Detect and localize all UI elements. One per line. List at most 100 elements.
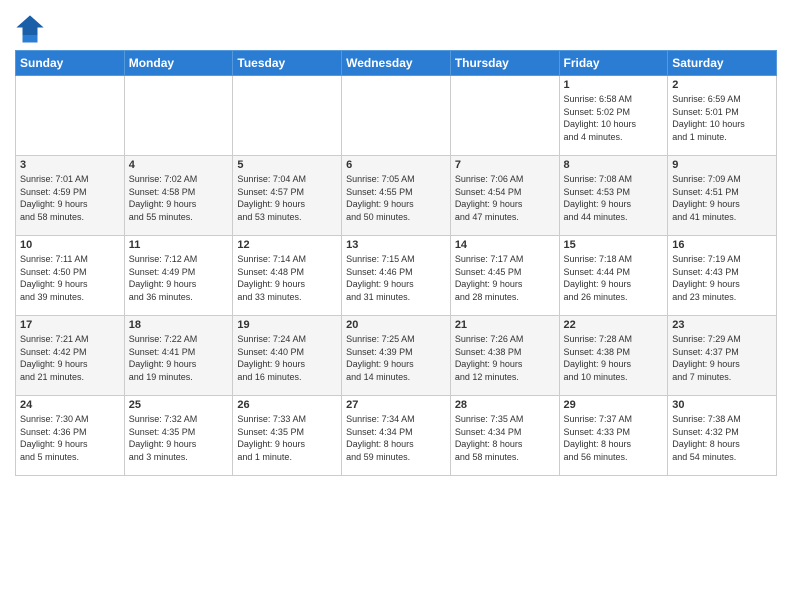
day-number: 14 xyxy=(455,239,555,251)
day-number: 18 xyxy=(129,319,229,331)
calendar-cell: 19 Sunrise: 7:24 AM Sunset: 4:40 PM Dayli… xyxy=(233,316,342,396)
day-info: Sunrise: 7:28 AM Sunset: 4:38 PM Dayligh… xyxy=(564,333,664,383)
calendar-week-row: 1 Sunrise: 6:58 AM Sunset: 5:02 PM Daylig… xyxy=(16,76,777,156)
calendar-cell: 24 Sunrise: 7:30 AM Sunset: 4:36 PM Dayli… xyxy=(16,396,125,476)
day-info: Sunrise: 6:59 AM Sunset: 5:01 PM Dayligh… xyxy=(672,93,772,143)
day-of-week-header: Monday xyxy=(124,51,233,76)
day-number: 16 xyxy=(672,239,772,251)
day-number: 22 xyxy=(564,319,664,331)
calendar-cell xyxy=(342,76,451,156)
calendar-cell: 12Sunrise: 7:14 AM Sunset: 4:48 PM Dayli… xyxy=(233,236,342,316)
calendar-cell: 8 Sunrise: 7:08 AM Sunset: 4:53 PM Daylig… xyxy=(559,156,668,236)
calendar-cell: 3 Sunrise: 7:01 AM Sunset: 4:59 PM Daylig… xyxy=(16,156,125,236)
day-info: Sunrise: 7:02 AM Sunset: 4:58 PM Dayligh… xyxy=(129,173,229,223)
calendar-cell: 15 Sunrise: 7:18 AM Sunset: 4:44 PM Dayli… xyxy=(559,236,668,316)
calendar-cell: 2 Sunrise: 6:59 AM Sunset: 5:01 PM Daylig… xyxy=(668,76,777,156)
day-number: 11 xyxy=(129,239,229,251)
day-number: 4 xyxy=(129,159,229,171)
day-number: 8 xyxy=(564,159,664,171)
day-of-week-header: Tuesday xyxy=(233,51,342,76)
calendar-week-row: 17 Sunrise: 7:21 AM Sunset: 4:42 PM Dayli… xyxy=(16,316,777,396)
day-info: Sunrise: 7:18 AM Sunset: 4:44 PM Dayligh… xyxy=(564,253,664,303)
day-info: Sunrise: 7:06 AM Sunset: 4:54 PM Dayligh… xyxy=(455,173,555,223)
day-number: 7 xyxy=(455,159,555,171)
calendar-cell: 6 Sunrise: 7:05 AM Sunset: 4:55 PM Daylig… xyxy=(342,156,451,236)
calendar-cell: 10 Sunrise: 7:11 AM Sunset: 4:50 PM Dayli… xyxy=(16,236,125,316)
day-info: Sunrise: 7:25 AM Sunset: 4:39 PM Dayligh… xyxy=(346,333,446,383)
day-number: 5 xyxy=(237,159,337,171)
calendar-cell: 22 Sunrise: 7:28 AM Sunset: 4:38 PM Dayli… xyxy=(559,316,668,396)
day-number: 25 xyxy=(129,399,229,411)
day-info: Sunrise: 7:11 AM Sunset: 4:50 PM Dayligh… xyxy=(20,253,120,303)
day-info: Sunrise: 7:24 AM Sunset: 4:40 PM Dayligh… xyxy=(237,333,337,383)
day-info: Sunrise: 7:19 AM Sunset: 4:43 PM Dayligh… xyxy=(672,253,772,303)
calendar-cell: 1 Sunrise: 6:58 AM Sunset: 5:02 PM Daylig… xyxy=(559,76,668,156)
day-info: Sunrise: 7:08 AM Sunset: 4:53 PM Dayligh… xyxy=(564,173,664,223)
day-info: Sunrise: 7:09 AM Sunset: 4:51 PM Dayligh… xyxy=(672,173,772,223)
logo-icon xyxy=(15,14,45,44)
day-info: Sunrise: 7:05 AM Sunset: 4:55 PM Dayligh… xyxy=(346,173,446,223)
calendar-week-row: 24 Sunrise: 7:30 AM Sunset: 4:36 PM Dayli… xyxy=(16,396,777,476)
calendar-cell: 16 Sunrise: 7:19 AM Sunset: 4:43 PM Dayli… xyxy=(668,236,777,316)
calendar-cell: 18 Sunrise: 7:22 AM Sunset: 4:41 PM Dayli… xyxy=(124,316,233,396)
calendar-cell: 4 Sunrise: 7:02 AM Sunset: 4:58 PM Daylig… xyxy=(124,156,233,236)
day-number: 6 xyxy=(346,159,446,171)
day-number: 2 xyxy=(672,79,772,91)
day-of-week-header: Saturday xyxy=(668,51,777,76)
day-number: 17 xyxy=(20,319,120,331)
calendar-cell: 21Sunrise: 7:26 AM Sunset: 4:38 PM Dayli… xyxy=(450,316,559,396)
day-info: Sunrise: 7:37 AM Sunset: 4:33 PM Dayligh… xyxy=(564,413,664,463)
day-number: 20 xyxy=(346,319,446,331)
day-number: 23 xyxy=(672,319,772,331)
day-info: Sunrise: 7:22 AM Sunset: 4:41 PM Dayligh… xyxy=(129,333,229,383)
calendar-cell: 20 Sunrise: 7:25 AM Sunset: 4:39 PM Dayli… xyxy=(342,316,451,396)
calendar-cell xyxy=(233,76,342,156)
day-number: 30 xyxy=(672,399,772,411)
day-info: Sunrise: 7:30 AM Sunset: 4:36 PM Dayligh… xyxy=(20,413,120,463)
day-of-week-header: Thursday xyxy=(450,51,559,76)
day-number: 15 xyxy=(564,239,664,251)
day-number: 21 xyxy=(455,319,555,331)
day-number: 28 xyxy=(455,399,555,411)
day-number: 26 xyxy=(237,399,337,411)
day-info: Sunrise: 7:01 AM Sunset: 4:59 PM Dayligh… xyxy=(20,173,120,223)
calendar-cell: 23 Sunrise: 7:29 AM Sunset: 4:37 PM Dayli… xyxy=(668,316,777,396)
calendar-table: SundayMondayTuesdayWednesdayThursdayFrid… xyxy=(15,50,777,476)
day-number: 1 xyxy=(564,79,664,91)
day-number: 19 xyxy=(237,319,337,331)
calendar-week-row: 10 Sunrise: 7:11 AM Sunset: 4:50 PM Dayli… xyxy=(16,236,777,316)
day-of-week-header: Sunday xyxy=(16,51,125,76)
calendar-cell: 7 Sunrise: 7:06 AM Sunset: 4:54 PM Daylig… xyxy=(450,156,559,236)
calendar-cell: 30 Sunrise: 7:38 AM Sunset: 4:32 PM Dayli… xyxy=(668,396,777,476)
day-info: Sunrise: 7:32 AM Sunset: 4:35 PM Dayligh… xyxy=(129,413,229,463)
calendar-cell: 14 Sunrise: 7:17 AM Sunset: 4:45 PM Dayli… xyxy=(450,236,559,316)
page: SundayMondayTuesdayWednesdayThursdayFrid… xyxy=(0,0,792,486)
day-info: Sunrise: 7:15 AM Sunset: 4:46 PM Dayligh… xyxy=(346,253,446,303)
calendar-cell: 29 Sunrise: 7:37 AM Sunset: 4:33 PM Dayli… xyxy=(559,396,668,476)
day-number: 3 xyxy=(20,159,120,171)
calendar-cell: 27Sunrise: 7:34 AM Sunset: 4:34 PM Dayli… xyxy=(342,396,451,476)
day-info: Sunrise: 7:17 AM Sunset: 4:45 PM Dayligh… xyxy=(455,253,555,303)
calendar-cell: 28 Sunrise: 7:35 AM Sunset: 4:34 PM Dayli… xyxy=(450,396,559,476)
header xyxy=(15,10,777,44)
calendar-cell xyxy=(16,76,125,156)
day-number: 9 xyxy=(672,159,772,171)
day-number: 10 xyxy=(20,239,120,251)
day-info: Sunrise: 7:12 AM Sunset: 4:49 PM Dayligh… xyxy=(129,253,229,303)
calendar-cell: 5Sunrise: 7:04 AM Sunset: 4:57 PM Daylig… xyxy=(233,156,342,236)
day-info: Sunrise: 6:58 AM Sunset: 5:02 PM Dayligh… xyxy=(564,93,664,143)
calendar-header-row: SundayMondayTuesdayWednesdayThursdayFrid… xyxy=(16,51,777,76)
day-info: Sunrise: 7:21 AM Sunset: 4:42 PM Dayligh… xyxy=(20,333,120,383)
calendar-cell: 9 Sunrise: 7:09 AM Sunset: 4:51 PM Daylig… xyxy=(668,156,777,236)
day-of-week-header: Friday xyxy=(559,51,668,76)
day-info: Sunrise: 7:33 AM Sunset: 4:35 PM Dayligh… xyxy=(237,413,337,463)
day-number: 24 xyxy=(20,399,120,411)
day-number: 29 xyxy=(564,399,664,411)
day-info: Sunrise: 7:29 AM Sunset: 4:37 PM Dayligh… xyxy=(672,333,772,383)
day-info: Sunrise: 7:38 AM Sunset: 4:32 PM Dayligh… xyxy=(672,413,772,463)
day-number: 27 xyxy=(346,399,446,411)
day-info: Sunrise: 7:35 AM Sunset: 4:34 PM Dayligh… xyxy=(455,413,555,463)
day-number: 12 xyxy=(237,239,337,251)
calendar-cell xyxy=(450,76,559,156)
day-number: 13 xyxy=(346,239,446,251)
